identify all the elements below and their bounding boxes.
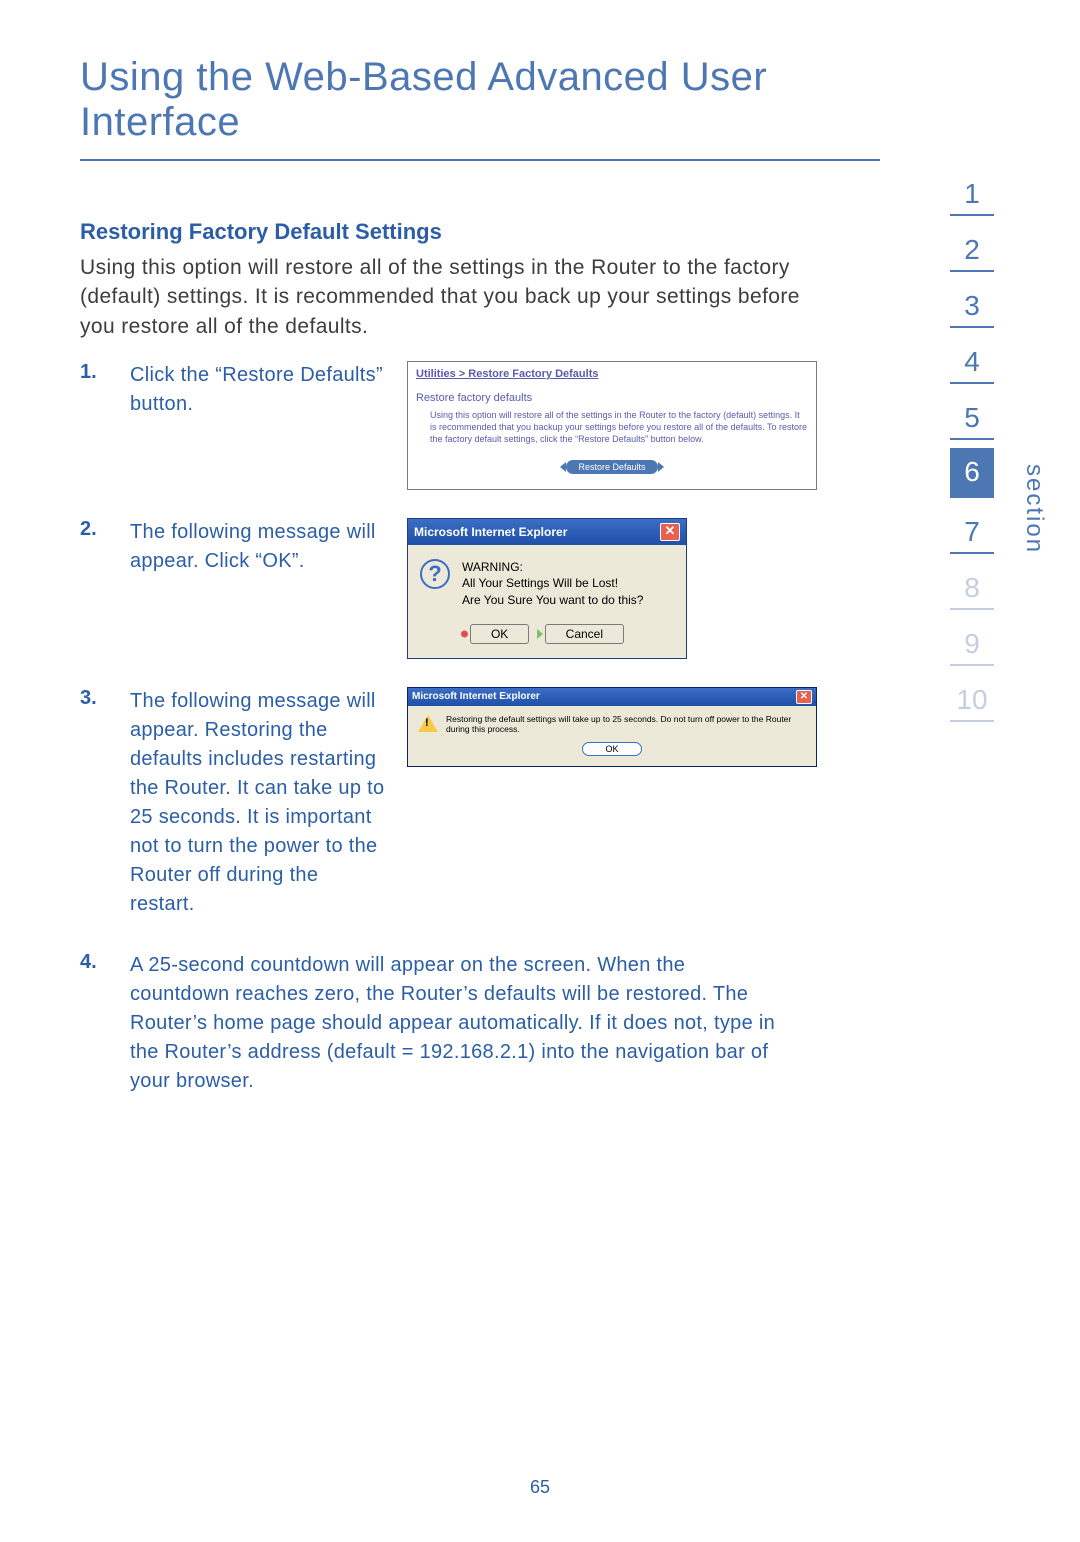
ok-button[interactable]: OK: [582, 742, 641, 756]
sidebar-item-2[interactable]: 2: [950, 224, 994, 272]
section-subheading: Restoring Factory Default Settings: [80, 219, 800, 245]
sidebar-item-10[interactable]: 10: [950, 674, 994, 722]
sidebar-item-5[interactable]: 5: [950, 392, 994, 440]
cancel-button[interactable]: Cancel: [545, 624, 624, 644]
dialog-title: Microsoft Internet Explorer: [414, 525, 567, 539]
dialog-titlebar: Microsoft Internet Explorer ✕: [408, 519, 686, 545]
sidebar-item-1[interactable]: 1: [950, 168, 994, 216]
sidebar-item-3[interactable]: 3: [950, 280, 994, 328]
step-3: 3. The following message will appear. Re…: [80, 687, 800, 919]
warning-line-2: All Your Settings Will be Lost!: [462, 575, 643, 591]
close-icon[interactable]: ✕: [796, 690, 812, 704]
restore-defaults-button[interactable]: Restore Defaults: [566, 460, 657, 474]
dialog-titlebar: Microsoft Internet Explorer ✕: [408, 688, 816, 706]
sidebar-item-6[interactable]: 6: [950, 448, 994, 498]
sidebar-item-4[interactable]: 4: [950, 336, 994, 384]
step-4: 4. A 25-second countdown will appear on …: [80, 951, 800, 1096]
step-text: A 25-second countdown will appear on the…: [130, 954, 775, 1092]
ie-confirm-figure: Microsoft Internet Explorer ✕ ? WARNING:…: [407, 518, 800, 659]
step-text: The following message will appear. Resto…: [130, 687, 385, 919]
manual-page: Using the Web-Based Advanced User Interf…: [0, 0, 1080, 1542]
step-list: 1. Click the “Restore Defaults” button. …: [80, 361, 800, 1096]
step-2: 2. The following message will appear. Cl…: [80, 518, 800, 659]
step-number: 2.: [80, 518, 108, 659]
step-text: The following message will appear. Click…: [130, 518, 385, 659]
step-text: Click the “Restore Defaults” button.: [130, 361, 385, 490]
step-1: 1. Click the “Restore Defaults” button. …: [80, 361, 800, 490]
step-number: 4.: [80, 951, 108, 1096]
sidebar-item-7[interactable]: 7: [950, 506, 994, 554]
warning-line-1: WARNING:: [462, 559, 643, 575]
ok-button[interactable]: OK: [470, 624, 529, 644]
intro-paragraph: Using this option will restore all of th…: [80, 253, 800, 341]
warning-icon: [418, 715, 438, 732]
close-icon[interactable]: ✕: [660, 523, 680, 541]
step-number: 1.: [80, 361, 108, 490]
sidebar-item-9[interactable]: 9: [950, 618, 994, 666]
dialog-title: Microsoft Internet Explorer: [412, 691, 540, 702]
dialog-message: Restoring the default settings will take…: [446, 714, 806, 734]
section-sidebar: section 1 2 3 4 5 6 7 8 9 10: [924, 168, 1020, 730]
ie-alert-figure: Microsoft Internet Explorer ✕ Restoring …: [407, 687, 817, 919]
utilities-panel: Utilities > Restore Factory Defaults Res…: [407, 361, 817, 490]
sidebar-item-8[interactable]: 8: [950, 562, 994, 610]
utilities-breadcrumb: Utilities > Restore Factory Defaults: [416, 368, 808, 380]
question-icon: ?: [420, 559, 450, 589]
page-title: Using the Web-Based Advanced User Interf…: [80, 55, 880, 161]
utilities-panel-figure: Utilities > Restore Factory Defaults Res…: [407, 361, 817, 490]
page-number: 65: [530, 1477, 550, 1498]
warning-line-3: Are You Sure You want to do this?: [462, 592, 643, 608]
dialog-message: WARNING: All Your Settings Will be Lost!…: [462, 559, 643, 608]
ie-alert-dialog: Microsoft Internet Explorer ✕ Restoring …: [407, 687, 817, 767]
utilities-subtitle: Restore factory defaults: [416, 392, 808, 404]
sidebar-label: section: [1020, 464, 1048, 554]
ie-confirm-dialog: Microsoft Internet Explorer ✕ ? WARNING:…: [407, 518, 687, 659]
content-column: Restoring Factory Default Settings Using…: [80, 219, 800, 1096]
utilities-description: Using this option will restore all of th…: [430, 410, 808, 445]
step-number: 3.: [80, 687, 108, 919]
